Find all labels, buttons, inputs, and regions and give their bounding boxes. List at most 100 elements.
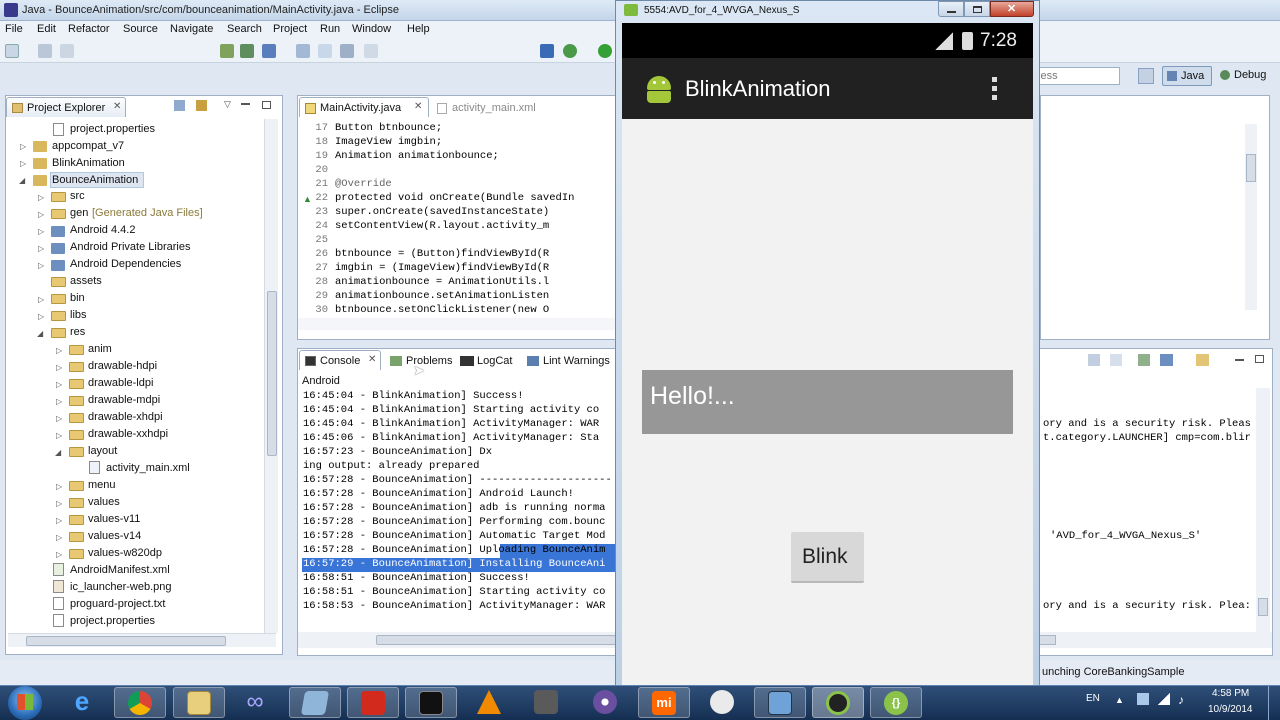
tree-item[interactable]: project.properties bbox=[70, 615, 155, 627]
taskbar-remote[interactable] bbox=[754, 687, 806, 718]
tab-activity-main-xml[interactable]: activity_main.xml bbox=[431, 97, 551, 117]
expand-icon[interactable]: ▷ bbox=[38, 312, 44, 321]
minimize-icon[interactable] bbox=[1235, 359, 1244, 361]
expand-icon[interactable]: ▷ bbox=[56, 397, 62, 406]
menu-help[interactable]: Help bbox=[407, 23, 430, 35]
scroll-lock-icon[interactable] bbox=[1110, 354, 1122, 366]
minimize-button[interactable] bbox=[938, 1, 964, 17]
expand-icon[interactable]: ▷ bbox=[20, 142, 26, 151]
tab-logcat[interactable]: LogCat bbox=[456, 350, 521, 370]
expand-icon[interactable]: ▷ bbox=[56, 414, 62, 423]
tree-h-scroll-thumb[interactable] bbox=[26, 636, 226, 646]
expand-icon[interactable]: ▷ bbox=[38, 261, 44, 270]
expand-icon[interactable]: ▷ bbox=[56, 550, 62, 559]
expand-icon[interactable]: ▷ bbox=[38, 210, 44, 219]
tray-arrow-icon[interactable]: ▲ bbox=[1115, 695, 1124, 705]
clock-date[interactable]: 10/9/2014 bbox=[1208, 704, 1253, 715]
tree-item[interactable]: values bbox=[88, 496, 120, 508]
taskbar-explorer[interactable] bbox=[173, 687, 225, 718]
menu-window[interactable]: Window bbox=[352, 23, 391, 35]
android-sdk-icon[interactable] bbox=[220, 44, 234, 58]
tree-item[interactable]: drawable-xhdpi bbox=[88, 411, 163, 423]
tree-item[interactable]: proguard-project.txt bbox=[70, 598, 165, 610]
expand-icon[interactable]: ▷ bbox=[56, 346, 62, 355]
tree-item[interactable]: layout bbox=[88, 445, 117, 457]
maximize-icon[interactable] bbox=[262, 101, 271, 109]
language-indicator[interactable]: EN bbox=[1086, 693, 1100, 704]
tree-scrollbar[interactable] bbox=[264, 119, 278, 633]
menu-search[interactable]: Search bbox=[227, 23, 262, 35]
outline-scrollbar[interactable] bbox=[1245, 124, 1257, 310]
expand-icon[interactable]: ▷ bbox=[20, 159, 26, 168]
tab-project-explorer[interactable]: Project Explorer ✕ bbox=[6, 97, 126, 117]
collapse-icon[interactable]: ◢ bbox=[55, 448, 61, 457]
menu-run[interactable]: Run bbox=[320, 23, 340, 35]
menu-navigate[interactable]: Navigate bbox=[170, 23, 213, 35]
taskbar-ie[interactable]: e bbox=[57, 687, 109, 718]
clear-console-icon[interactable] bbox=[1088, 354, 1100, 366]
taskbar-chrome[interactable] bbox=[114, 687, 166, 718]
expand-icon[interactable]: ▷ bbox=[56, 533, 62, 542]
menu-source[interactable]: Source bbox=[123, 23, 158, 35]
debug-tool-icon[interactable] bbox=[540, 44, 554, 58]
tree-item[interactable]: BlinkAnimation bbox=[52, 157, 125, 169]
tree-item[interactable]: assets bbox=[70, 275, 102, 287]
tree-item[interactable]: values-v14 bbox=[88, 530, 141, 542]
checkbox-icon[interactable] bbox=[262, 44, 276, 58]
console-h-scroll-thumb-right[interactable] bbox=[1038, 635, 1056, 645]
taskbar-eclipse[interactable] bbox=[580, 687, 632, 718]
tree-item[interactable]: Android Dependencies bbox=[70, 258, 181, 270]
tree-item[interactable]: drawable-xxhdpi bbox=[88, 428, 168, 440]
tab-lint-warnings[interactable]: Lint Warnings bbox=[522, 350, 617, 370]
tab-console[interactable]: Console ✕ bbox=[299, 350, 381, 370]
tree-item[interactable]: drawable-hdpi bbox=[88, 360, 157, 372]
expand-icon[interactable]: ▷ bbox=[56, 380, 62, 389]
tree-item[interactable]: bin bbox=[70, 292, 85, 304]
maximize-icon[interactable] bbox=[1255, 355, 1264, 363]
tree-item[interactable]: values-v11 bbox=[88, 513, 140, 525]
tree-item[interactable]: project.properties bbox=[70, 123, 155, 135]
display-console-icon[interactable] bbox=[1160, 354, 1173, 366]
console-h-scroll-thumb[interactable] bbox=[376, 635, 616, 645]
taskbar-mi[interactable]: mi bbox=[638, 687, 690, 718]
new-icon[interactable] bbox=[5, 44, 19, 58]
expand-icon[interactable]: ▷ bbox=[38, 227, 44, 236]
taskbar-talk[interactable] bbox=[697, 687, 749, 718]
tree-item[interactable]: drawable-ldpi bbox=[88, 377, 153, 389]
tree-item[interactable]: AndroidManifest.xml bbox=[70, 564, 170, 576]
menu-refactor[interactable]: Refactor bbox=[68, 23, 110, 35]
tree-item[interactable]: drawable-mdpi bbox=[88, 394, 160, 406]
taskbar-emulator[interactable] bbox=[812, 687, 864, 718]
collapse-all-icon[interactable] bbox=[174, 100, 185, 111]
collapse-icon[interactable]: ◢ bbox=[37, 329, 43, 338]
minimize-icon[interactable] bbox=[241, 103, 250, 105]
taskbar-cmd[interactable] bbox=[405, 687, 457, 718]
expand-icon[interactable]: ▷ bbox=[56, 363, 62, 372]
menu-file[interactable]: File bbox=[5, 23, 23, 35]
overflow-menu-icon[interactable] bbox=[990, 75, 998, 103]
tree-item[interactable]: menu bbox=[88, 479, 116, 491]
menu-edit[interactable]: Edit bbox=[37, 23, 56, 35]
new-android-project-icon[interactable] bbox=[296, 44, 310, 58]
taskbar-pdf[interactable] bbox=[347, 687, 399, 718]
clock-time[interactable]: 4:58 PM bbox=[1212, 688, 1249, 699]
expand-icon[interactable]: ▷ bbox=[56, 499, 62, 508]
tree-item[interactable]: Android 4.4.2 bbox=[70, 224, 135, 236]
avd-manager-icon[interactable] bbox=[240, 44, 254, 58]
tree-item[interactable]: src bbox=[70, 190, 85, 202]
tab-mainactivity-java[interactable]: MainActivity.java ✕ bbox=[299, 97, 429, 117]
java-perspective-button[interactable]: Java bbox=[1162, 66, 1212, 86]
expand-icon[interactable]: ▷ bbox=[38, 244, 44, 253]
tree-h-scrollbar[interactable] bbox=[8, 633, 276, 647]
volume-icon[interactable]: ♪ bbox=[1178, 693, 1184, 707]
tree-item[interactable]: res bbox=[70, 326, 85, 338]
save-icon[interactable] bbox=[38, 44, 52, 58]
print-icon[interactable] bbox=[60, 44, 74, 58]
outline-scroll-thumb[interactable] bbox=[1246, 154, 1256, 182]
tree-item[interactable]: libs bbox=[70, 309, 87, 321]
close-button[interactable]: ✕ bbox=[990, 1, 1034, 17]
taskbar-notes[interactable] bbox=[289, 687, 341, 718]
view-menu-icon[interactable]: ▽ bbox=[224, 99, 231, 110]
tree-item[interactable]: activity_main.xml bbox=[106, 462, 190, 474]
debug-perspective-button[interactable]: Debug bbox=[1216, 66, 1276, 86]
